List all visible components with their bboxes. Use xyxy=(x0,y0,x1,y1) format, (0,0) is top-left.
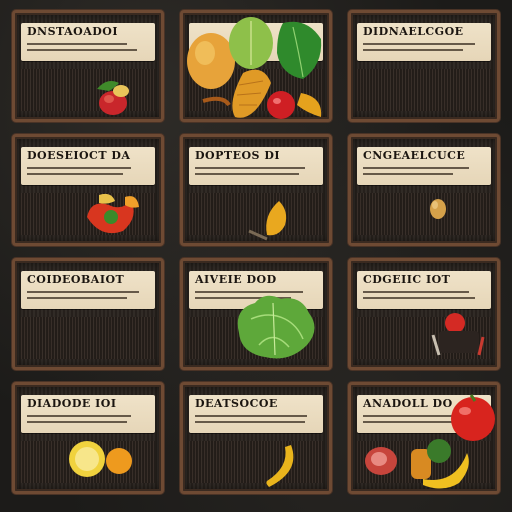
produce-card-6[interactable]: CNGEAELCUCE xyxy=(348,134,500,246)
text-line xyxy=(27,297,127,299)
produce-card-3[interactable]: DIDNAELCGOE xyxy=(348,10,500,122)
card-title: DOPTEOS DI xyxy=(195,149,281,162)
wood-panel xyxy=(189,441,323,483)
text-line xyxy=(195,167,305,169)
text-line xyxy=(27,49,137,51)
text-line xyxy=(195,415,307,417)
card-label: DIADODE IOI xyxy=(21,395,155,433)
text-line xyxy=(27,291,139,293)
text-line xyxy=(27,415,131,417)
card-label: CNGEAELCUCE xyxy=(357,147,491,185)
text-line xyxy=(363,167,469,169)
produce-card-8[interactable]: AIVEIE DOD xyxy=(180,258,332,370)
card-label: DEATSOCOE xyxy=(189,395,323,433)
card-label: COIDEOBAIOT xyxy=(21,271,155,309)
wood-panel xyxy=(357,69,491,111)
text-line xyxy=(363,173,453,175)
card-title: CNGEAELCUCE xyxy=(363,149,466,162)
produce-card-grid: DNSTAOADOI DIDNAELCGOE DOESEIOCT DA DOPT… xyxy=(12,10,500,502)
seed-icon xyxy=(430,199,446,219)
produce-card-5[interactable]: DOPTEOS DI xyxy=(180,134,332,246)
radish-icon xyxy=(97,81,129,115)
text-line xyxy=(27,173,123,175)
card-title: AIVEIE DOD xyxy=(195,273,277,286)
pepper-mix-icon xyxy=(87,193,139,234)
text-line xyxy=(363,297,475,299)
card-title: DNSTAOADOI xyxy=(27,25,119,38)
card-title: DIDNAELCGOE xyxy=(363,25,464,38)
produce-card-11[interactable]: DEATSOCOE xyxy=(180,382,332,494)
produce-card-4[interactable]: DOESEIOCT DA xyxy=(12,134,164,246)
card-title: CDGEIIC IOT xyxy=(363,273,451,286)
fruit-basket-icon xyxy=(365,394,495,489)
card-label: DOPTEOS DI xyxy=(189,147,323,185)
wood-panel xyxy=(21,317,155,359)
tomato-icon xyxy=(431,313,485,356)
produce-card-1[interactable]: DNSTAOADOI xyxy=(12,10,164,122)
text-line xyxy=(363,49,463,51)
card-label: DNSTAOADOI xyxy=(21,23,155,61)
lemon-orange-icon xyxy=(69,441,132,477)
banana-icon xyxy=(266,445,294,487)
produce-card-2[interactable] xyxy=(180,10,332,122)
card-label: CDGEIIC IOT xyxy=(357,271,491,309)
yellow-pepper-icon xyxy=(248,201,287,241)
card-label: DIDNAELCGOE xyxy=(357,23,491,61)
card-title: COIDEOBAIOT xyxy=(27,273,125,286)
card-label: DOESEIOCT DA xyxy=(21,147,155,185)
card-title: DEATSOCOE xyxy=(195,397,278,410)
produce-card-12[interactable]: ANADOLL DO xyxy=(348,382,500,494)
produce-card-7[interactable]: COIDEOBAIOT xyxy=(12,258,164,370)
vegetable-bundle-icon xyxy=(187,17,322,119)
text-line xyxy=(27,167,131,169)
card-title: DOESEIOCT DA xyxy=(27,149,131,162)
text-line xyxy=(363,43,475,45)
text-line xyxy=(195,421,305,423)
text-line xyxy=(195,173,299,175)
text-line xyxy=(363,291,469,293)
produce-card-9[interactable]: CDGEIIC IOT xyxy=(348,258,500,370)
lettuce-icon xyxy=(237,295,315,359)
produce-card-10[interactable]: DIADODE IOI xyxy=(12,382,164,494)
card-title: DIADODE IOI xyxy=(27,397,117,410)
text-line xyxy=(27,43,127,45)
text-line xyxy=(27,421,127,423)
